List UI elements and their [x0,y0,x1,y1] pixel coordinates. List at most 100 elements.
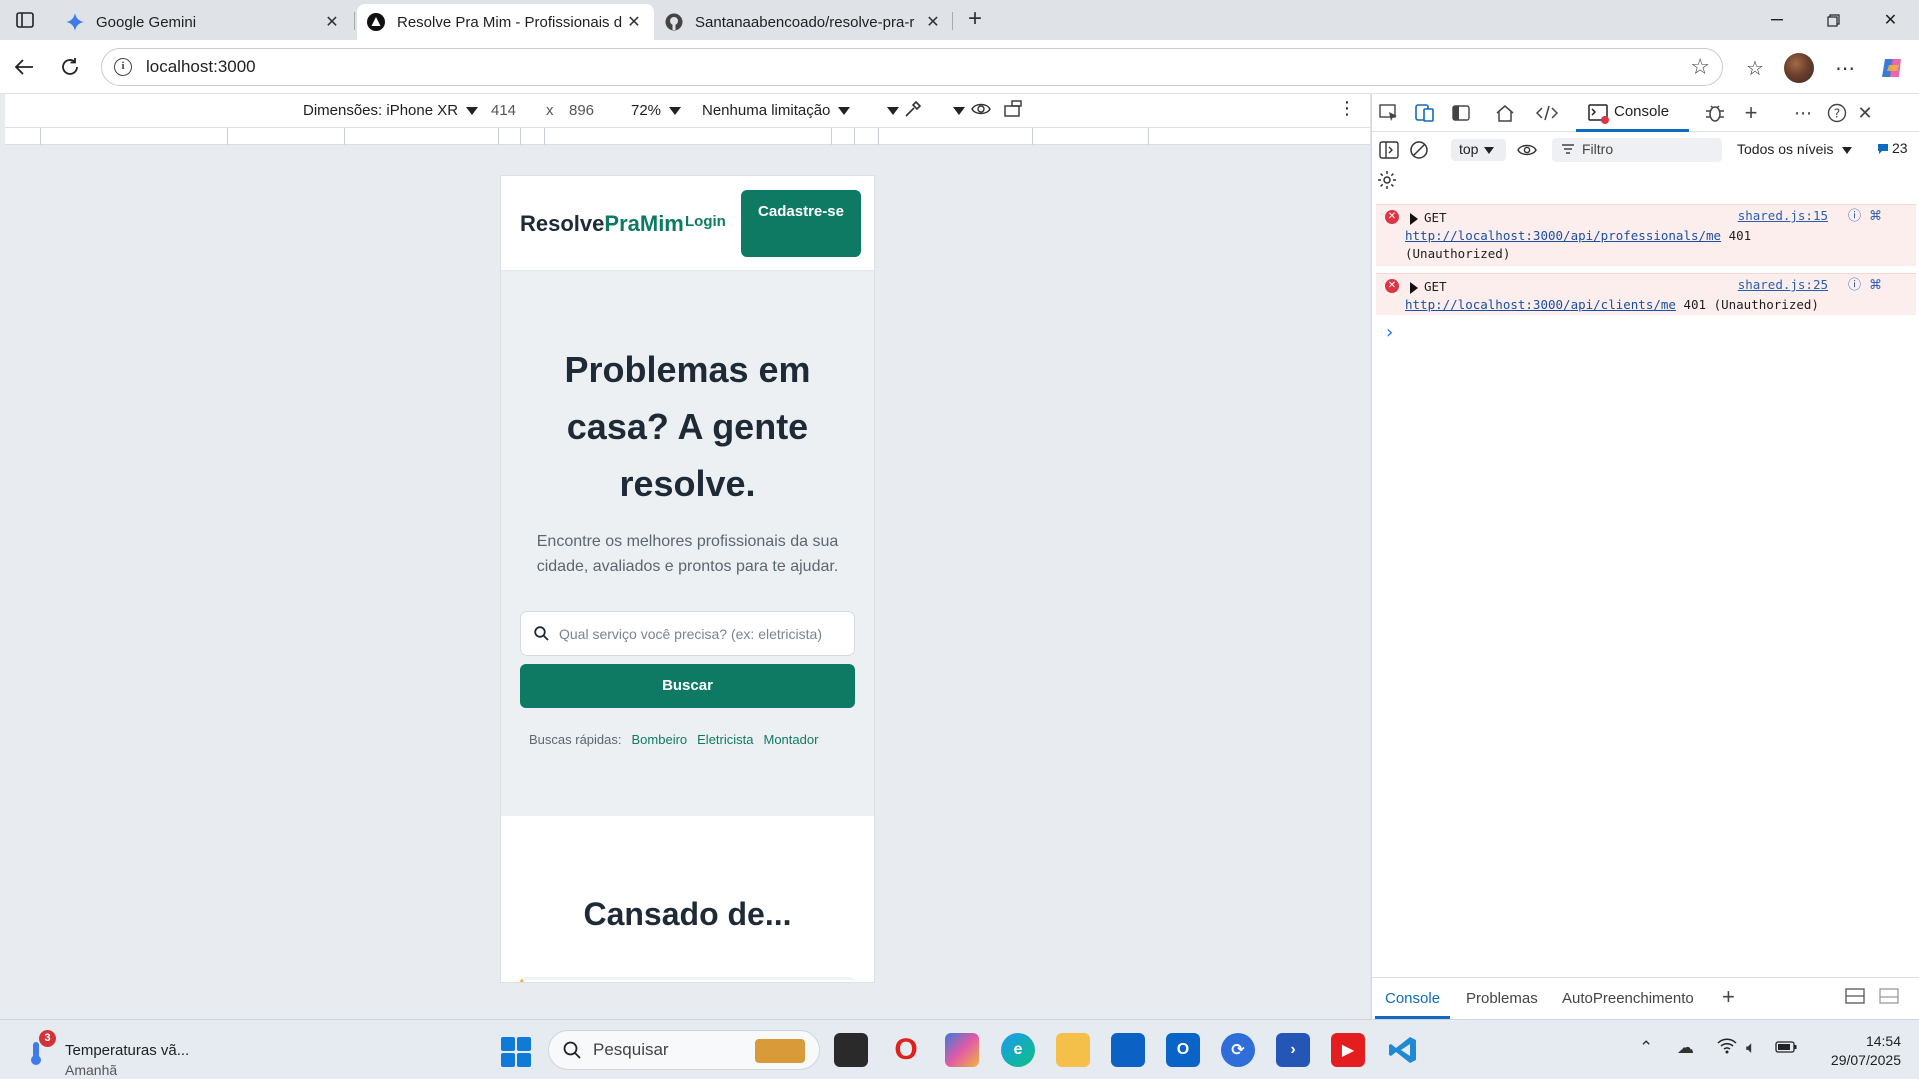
help-icon[interactable]: ? [1824,101,1850,125]
home-icon[interactable] [1492,101,1518,125]
weather-widget[interactable]: 3 Temperaturas vã... Amanhã [25,1030,195,1078]
console-tab-label: Console [1614,103,1670,120]
device-toolbar-more-icon[interactable]: ⋮ [1338,98,1356,119]
youtube-icon[interactable]: ▶ [1331,1033,1365,1067]
drawer-tab-autofill[interactable]: AutoPreenchimento [1562,990,1694,1007]
log-url-link[interactable]: http://localhost:3000/api/clients/me [1405,297,1676,312]
file-explorer-icon[interactable] [1056,1033,1090,1067]
height-input[interactable]: 896 [569,102,594,119]
outlook-icon[interactable]: O [1166,1033,1200,1067]
copilot-explain-icon[interactable]: ⓘ⌘ [1848,208,1890,226]
log-levels-select[interactable]: Todos os níveis [1737,141,1852,157]
task-view-icon[interactable] [834,1033,868,1067]
zoom-select[interactable]: 72% [631,102,682,119]
reload-button[interactable] [56,53,84,81]
tab-resolve-pra-mim[interactable]: Resolve Pra Mim - Profissionais d ✕ [357,4,654,40]
settings-menu-button[interactable]: ⋯ [1830,53,1860,83]
close-icon[interactable]: ✕ [923,12,943,32]
tab-actions-button[interactable] [10,8,40,32]
console-settings-gear-icon[interactable] [1377,170,1397,193]
store-icon[interactable] [1111,1033,1145,1067]
copilot-explain-icon[interactable]: ⓘ⌘ [1848,277,1890,295]
drawer-tab-problems[interactable]: Problemas [1466,990,1538,1007]
log-status: 401 [1728,228,1752,243]
console-error-entry[interactable]: ✕ GET shared.js:25 ⓘ⌘ http://localhost:3… [1376,273,1916,315]
tab-github[interactable]: Santanaabencoado/resolve-pra-r ✕ [655,4,953,40]
system-clock[interactable]: 14:54 29/07/2025 [1805,1032,1901,1070]
console-prompt-chevron-icon[interactable]: › [1386,322,1393,343]
tab-gemini[interactable]: Google Gemini ✕ [56,4,352,40]
close-icon[interactable]: ✕ [322,12,342,32]
start-button[interactable] [501,1037,531,1067]
copilot-button[interactable] [1877,53,1907,83]
close-icon[interactable]: ✕ [624,12,644,32]
taskbar-search[interactable]: Pesquisar [548,1030,820,1070]
log-url-link[interactable]: http://localhost:3000/api/professionals/… [1405,228,1721,243]
quick-link-montador[interactable]: Montador [764,732,819,747]
profile-avatar[interactable] [1784,53,1814,83]
drawer-tab-console[interactable]: Console [1374,990,1451,1019]
log-source-link[interactable]: shared.js:25 [1738,276,1828,294]
log-expand-toggle[interactable]: GET [1410,209,1447,227]
back-button[interactable] [10,53,38,81]
quick-link-bombeiro[interactable]: Bombeiro [632,732,688,747]
onedrive-cloud-icon[interactable]: ☁ [1677,1038,1694,1058]
console-error-entry[interactable]: ✕ GET shared.js:15 ⓘ⌘ http://localhost:3… [1376,204,1916,266]
service-search-input[interactable]: Qual serviço você precisa? (ex: eletrici… [520,611,855,656]
add-panel-icon[interactable]: + [1738,100,1764,125]
close-drawer-icon[interactable] [1879,988,1899,1008]
sidebar-toggle-icon[interactable] [1376,138,1402,162]
device-emulation-icon[interactable] [1412,101,1438,125]
address-bar[interactable]: i localhost:3000 ☆ [101,48,1723,86]
width-input[interactable]: 414 [491,102,516,119]
opera-icon[interactable]: O [889,1033,923,1067]
throttle-select[interactable]: Nenhuma limitação [702,102,851,119]
tab-console[interactable]: Console [1576,94,1689,132]
quick-link-eletricista[interactable]: Eletricista [697,732,753,747]
site-logo[interactable]: ResolvePraMim [520,211,684,237]
search-icon [563,1041,581,1059]
sync-app-icon[interactable]: ⟳ [1221,1033,1255,1067]
volume-icon[interactable]: 🔈︎ [1746,1038,1756,1058]
vscode-icon[interactable] [1386,1033,1420,1067]
issues-counter[interactable]: 23 [1877,140,1908,156]
live-expression-eye-icon[interactable] [1514,138,1540,162]
add-drawer-tab-icon[interactable]: + [1722,984,1735,1010]
site-info-icon[interactable]: i [114,58,132,76]
show-hidden-icons-chevron-icon[interactable]: ⌃ [1639,1038,1653,1058]
more-options-dropdown[interactable] [879,102,899,119]
favorites-button[interactable]: ☆ [1740,53,1770,83]
login-link[interactable]: Login [685,213,726,230]
sensors-dropdown[interactable] [945,102,965,119]
signup-button[interactable]: Cadastre-se [741,190,861,257]
powershell-icon[interactable]: › [1276,1033,1310,1067]
clear-console-icon[interactable] [1406,138,1432,162]
rotate-device-icon[interactable] [1004,100,1026,122]
close-devtools-icon[interactable]: ✕ [1852,101,1878,125]
elements-code-icon[interactable] [1534,101,1560,125]
copilot-app-icon[interactable] [945,1033,979,1067]
problem-card [520,977,855,982]
eye-icon[interactable] [971,100,991,122]
search-button[interactable]: Buscar [520,664,855,708]
edge-icon[interactable]: e [1001,1033,1035,1067]
more-tools-icon[interactable]: ⋯ [1790,101,1816,125]
inspect-element-icon[interactable] [1376,101,1402,125]
quick-searches-label: Buscas rápidas: [529,732,622,747]
context-select[interactable]: top [1451,139,1506,161]
battery-icon[interactable] [1775,1038,1797,1058]
dock-drawer-icon[interactable] [1845,988,1865,1008]
favorite-star-icon[interactable]: ☆ [1690,56,1710,78]
device-select[interactable]: Dimensões: iPhone XR [303,102,479,119]
log-expand-toggle[interactable]: GET [1410,278,1447,296]
new-tab-button[interactable]: + [962,7,988,33]
console-filter-input[interactable]: Filtro [1552,138,1722,162]
dock-side-icon[interactable] [1448,101,1474,125]
log-source-link[interactable]: shared.js:15 [1738,207,1828,225]
restore-button[interactable] [1806,0,1861,40]
minimize-button[interactable] [1749,0,1804,40]
eyedropper-icon[interactable] [903,99,923,123]
bug-icon[interactable] [1702,101,1728,125]
wifi-icon[interactable] [1717,1038,1737,1059]
close-window-button[interactable]: ✕ [1863,0,1918,40]
